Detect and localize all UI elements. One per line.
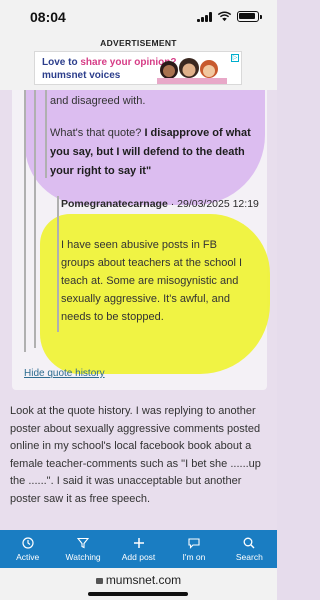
ad-banner: ADVERTISEMENT Love to share your opinion… <box>0 34 277 90</box>
battery-icon <box>237 11 262 22</box>
post-body: Look at the quote history. I was replyin… <box>10 405 261 505</box>
status-bar: 08:04 <box>0 0 277 34</box>
lock-icon <box>95 578 103 584</box>
filter-icon <box>77 537 90 548</box>
clock-icon <box>22 536 34 549</box>
signal-icon <box>197 11 212 22</box>
status-time: 08:04 <box>30 9 66 25</box>
wifi-icon <box>217 11 232 22</box>
ad-faces-image <box>157 58 227 84</box>
nested-quote-text: I have seen abusive posts in FB groups a… <box>61 239 243 323</box>
nav-watching[interactable]: Watching <box>55 530 110 568</box>
thread-content: and disagreed with. What's that quote? I… <box>0 90 277 530</box>
nested-quote-author: Pomegranatecarnage · 29/03/2025 12:19 <box>61 198 259 210</box>
url-text: mumsnet.com <box>105 573 182 587</box>
quote-bar-outer <box>24 90 26 352</box>
chat-icon <box>188 537 200 549</box>
nav-active-label: Active <box>16 551 40 562</box>
nav-im-on[interactable]: I'm on <box>166 530 221 568</box>
ad-info-icon[interactable]: ▷ <box>231 54 239 62</box>
search-icon <box>243 537 255 548</box>
home-indicator[interactable] <box>88 592 188 596</box>
quote-bar-middle <box>34 90 36 348</box>
bottom-nav: Active Watching Add post I'm on Search <box>0 530 277 568</box>
nav-watching-label: Watching <box>65 551 101 562</box>
quote-bar-inner-top <box>45 90 47 178</box>
nav-im-on-label: I'm on <box>182 551 206 562</box>
nav-search-label: Search <box>235 551 263 562</box>
quote-question: What's that quote? I disapprove of what … <box>50 127 251 177</box>
hide-quote-history-link[interactable]: Hide quote history <box>24 368 105 379</box>
quote-bar-inner <box>57 196 59 332</box>
quote-top-line: and disagreed with. <box>50 95 146 107</box>
nav-add-post-label: Add post <box>121 551 156 562</box>
nav-add-post[interactable]: Add post <box>111 530 166 568</box>
browser-url-bar[interactable]: mumsnet.com <box>0 568 277 600</box>
ad-label: ADVERTISEMENT <box>100 38 177 48</box>
status-icons <box>197 11 262 22</box>
url-display[interactable]: mumsnet.com <box>0 573 277 587</box>
ad-box[interactable]: Love to share your opinion? mumsnet voic… <box>34 51 242 85</box>
nav-search[interactable]: Search <box>222 530 277 568</box>
nav-active[interactable]: Active <box>0 530 55 568</box>
plus-icon <box>133 537 144 548</box>
